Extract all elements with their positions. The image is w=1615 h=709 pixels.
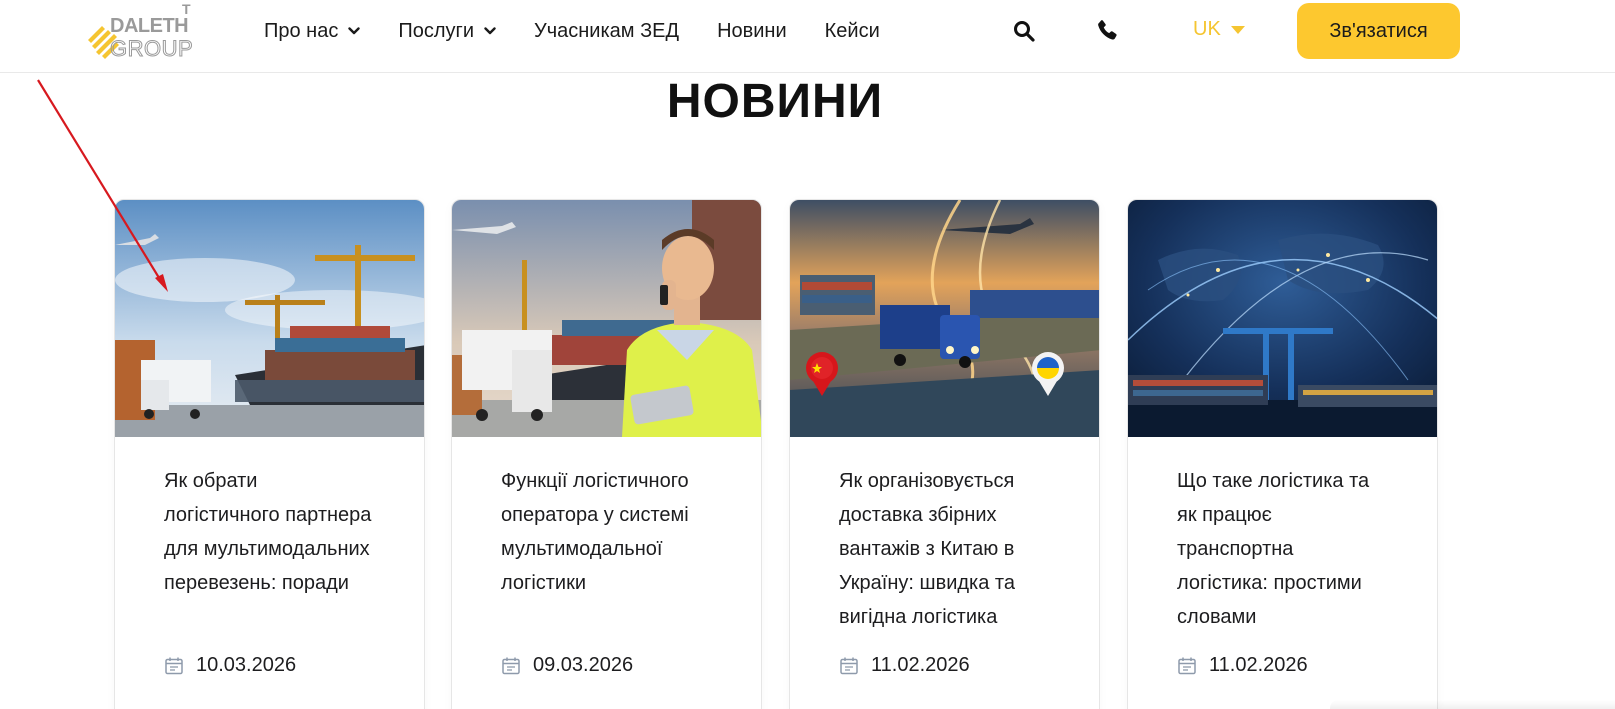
nav-item-label: Новини bbox=[717, 19, 787, 42]
daleth-group-logo[interactable]: DALETH GROUP T bbox=[86, 2, 196, 62]
page-title: НОВИНИ bbox=[666, 75, 884, 128]
nav-item-services[interactable]: Послуги bbox=[398, 20, 496, 43]
nav-item-label: Послуги bbox=[398, 19, 474, 42]
news-card-image bbox=[115, 200, 424, 437]
calendar-icon bbox=[502, 657, 520, 674]
phone-icon[interactable] bbox=[1094, 18, 1120, 44]
nav-item-cases[interactable]: Кейси bbox=[825, 20, 880, 43]
search-icon[interactable] bbox=[1013, 20, 1035, 42]
caret-down-icon bbox=[1230, 25, 1245, 34]
news-card[interactable]: Як обрати логістичного партнера для муль… bbox=[114, 199, 425, 709]
site-header: DALETH GROUP T Про нас Послуги Учасникам… bbox=[0, 0, 1615, 73]
news-card[interactable]: Як організовується доставка збірних вант… bbox=[789, 199, 1100, 709]
nav-item-news[interactable]: Новини bbox=[717, 20, 787, 43]
main-nav: Про нас Послуги Учасникам ЗЕД Новини Кей… bbox=[264, 0, 918, 62]
date-label: 11.02.2026 bbox=[871, 654, 970, 676]
news-card-image bbox=[1128, 200, 1437, 437]
date-label: 11.02.2026 bbox=[1209, 654, 1308, 676]
news-card-date: 11.02.2026 bbox=[839, 654, 970, 677]
news-card-date: 11.02.2026 bbox=[1177, 654, 1308, 677]
news-card-image bbox=[452, 200, 761, 437]
news-card[interactable]: Що таке логістика та як працює транспорт… bbox=[1127, 199, 1438, 709]
nav-item-label: Про нас bbox=[264, 19, 339, 42]
news-card-title[interactable]: Функції логістичного оператора у системі… bbox=[501, 464, 711, 600]
news-card-image bbox=[790, 200, 1099, 437]
calendar-icon bbox=[1178, 657, 1196, 674]
calendar-icon bbox=[840, 657, 858, 674]
logo-mark: DALETH GROUP T bbox=[88, 2, 193, 62]
date-label: 09.03.2026 bbox=[533, 654, 634, 676]
floating-widget-edge bbox=[1330, 700, 1615, 709]
news-card-title[interactable]: Що таке логістика та як працює транспорт… bbox=[1177, 464, 1387, 634]
news-card-title[interactable]: Як організовується доставка збірних вант… bbox=[839, 464, 1049, 634]
contact-button[interactable]: Зв'язатися bbox=[1297, 3, 1460, 59]
news-card-title[interactable]: Як обрати логістичного партнера для муль… bbox=[164, 464, 374, 600]
language-selector[interactable]: UK bbox=[1193, 18, 1245, 41]
calendar-icon bbox=[165, 657, 183, 674]
language-label: UK bbox=[1193, 18, 1221, 40]
news-card[interactable]: Функції логістичного оператора у системі… bbox=[451, 199, 762, 709]
chevron-down-icon bbox=[348, 27, 361, 35]
nav-item-zed[interactable]: Учасникам ЗЕД bbox=[534, 20, 679, 43]
nav-item-label: Кейси bbox=[824, 19, 880, 42]
news-card-date: 09.03.2026 bbox=[501, 654, 633, 677]
nav-item-label: Учасникам ЗЕД bbox=[534, 19, 680, 42]
nav-item-about[interactable]: Про нас bbox=[264, 19, 361, 43]
svg-text:GROUP: GROUP bbox=[110, 36, 193, 61]
chevron-down-icon bbox=[484, 27, 496, 35]
date-label: 10.03.2026 bbox=[196, 654, 297, 676]
svg-text:T: T bbox=[182, 2, 191, 17]
svg-text:DALETH: DALETH bbox=[110, 15, 188, 37]
news-card-date: 10.03.2026 bbox=[164, 654, 296, 677]
